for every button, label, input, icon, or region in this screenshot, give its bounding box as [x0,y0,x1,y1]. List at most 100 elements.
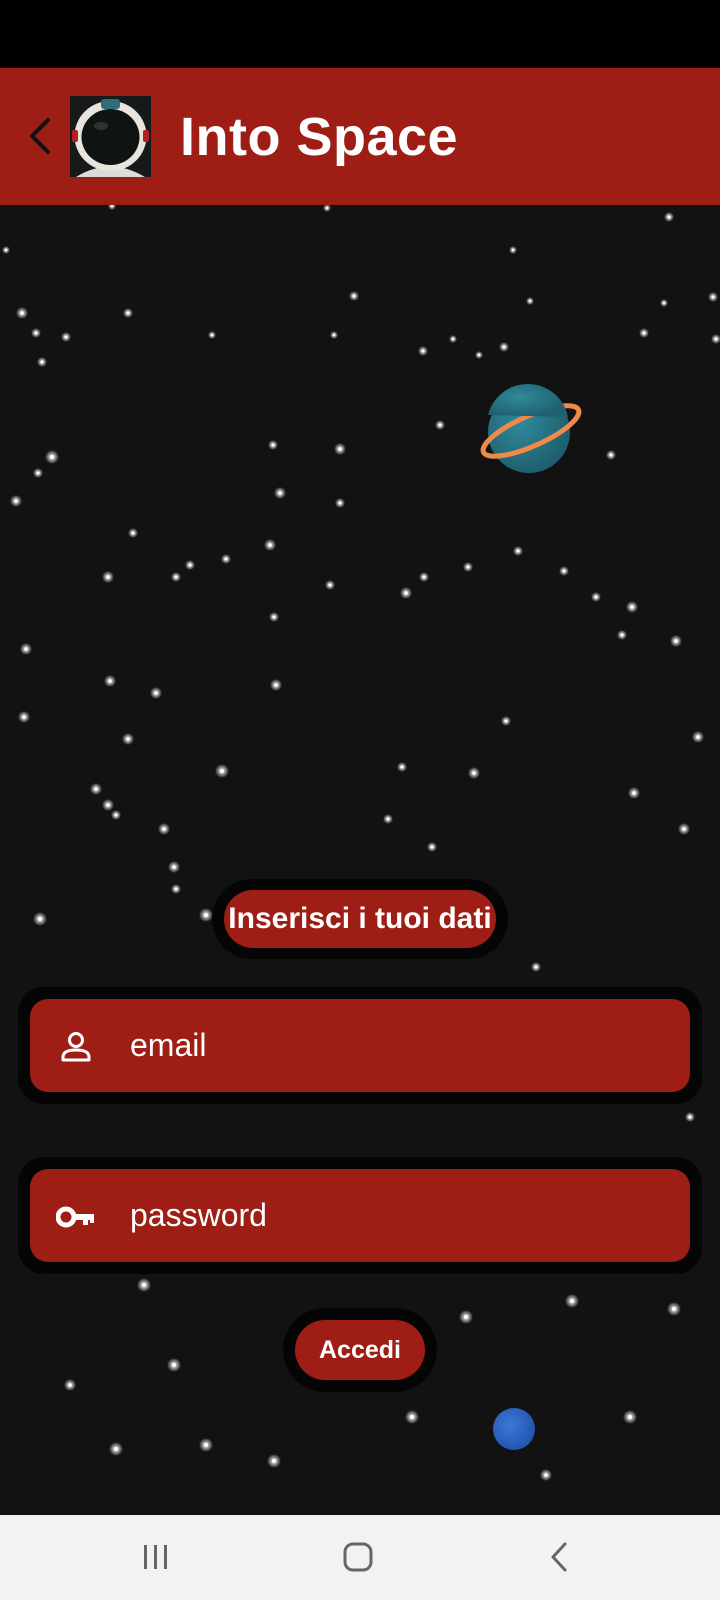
navigation-bar [0,1515,720,1600]
star-core [386,817,390,821]
star-core [620,633,624,637]
home-icon [343,1542,373,1572]
star-core [113,1446,119,1452]
star-core [642,331,646,335]
star-core [632,791,636,795]
star-core [682,827,686,831]
star-core [544,1473,548,1477]
star-core [40,360,44,364]
star-core [224,557,228,561]
email-input[interactable] [130,999,670,1092]
star-core [711,295,715,299]
key-icon [56,1197,96,1237]
star-core [463,1314,469,1320]
home-button[interactable] [328,1537,388,1577]
star-core [451,337,455,341]
star-core [174,887,178,891]
star-core [609,453,613,457]
star-core [64,335,68,339]
star-core [22,715,26,719]
chevron-left-icon [30,118,50,154]
star-core [438,423,442,427]
star-core [516,549,520,553]
star-core [141,1282,147,1288]
star-core [24,647,28,651]
recent-apps-icon [144,1545,167,1569]
star-core [162,827,166,831]
star-core [627,1414,633,1420]
star-core [274,683,278,687]
star-core [630,605,634,609]
email-field[interactable] [30,999,690,1092]
star-core [504,719,508,723]
stars [2,205,720,1481]
back-icon [551,1542,567,1572]
star-core [131,531,135,535]
login-button[interactable]: Accedi [295,1320,425,1380]
star-core [667,215,671,219]
star-core [714,337,718,341]
star-core [271,443,275,447]
app-title: Into Space [180,107,459,167]
system-back-button[interactable] [529,1537,589,1577]
star-core [325,206,329,210]
star-core [422,575,426,579]
section-heading-container: Inserisci i tuoi dati [212,879,508,959]
star-core [528,299,532,303]
star-core [4,248,8,252]
star-core [696,735,700,739]
star-core [34,331,38,335]
star-core [94,787,98,791]
star-core [210,333,214,337]
login-button-container: Accedi [283,1308,437,1392]
star-core [154,691,158,695]
star-core [477,353,481,357]
star-core [37,916,43,922]
password-input[interactable] [130,1169,670,1262]
star-core [126,737,130,741]
star-core [126,311,130,315]
back-button[interactable] [20,112,60,160]
star-core [466,565,470,569]
star-core [203,912,209,918]
star-core [271,1458,277,1464]
star-core [511,248,515,252]
star-core [219,768,225,774]
star-core [688,1115,692,1119]
star-core [106,803,110,807]
star-core [268,543,272,547]
star-core [594,595,598,599]
blue-planet-icon [493,1408,535,1450]
star-core [106,575,110,579]
star-core [171,1362,177,1368]
app-logo [70,96,151,177]
star-core [400,765,404,769]
star-core [278,491,282,495]
star-core [674,639,678,643]
star-core [430,845,434,849]
star-core [671,1306,677,1312]
star-core [188,563,192,567]
star-core [68,1383,72,1387]
star-core [472,771,476,775]
person-icon [56,1027,96,1067]
app-bar: Into Space [0,68,720,205]
star-core [502,345,506,349]
star-core [562,569,566,573]
star-core [20,311,24,315]
star-core [14,499,18,503]
star-core [569,1298,575,1304]
star-core [421,349,425,353]
star-core [172,865,176,869]
star-core [338,447,342,451]
password-field[interactable] [30,1169,690,1262]
section-heading: Inserisci i tuoi dati [224,890,496,948]
star-core [114,813,118,817]
astronaut-helmet-icon [70,96,151,177]
star-core [272,615,276,619]
star-core [534,965,538,969]
recent-apps-button[interactable] [126,1537,186,1577]
star-core [328,583,332,587]
star-core [108,679,112,683]
email-field-container [18,987,702,1104]
